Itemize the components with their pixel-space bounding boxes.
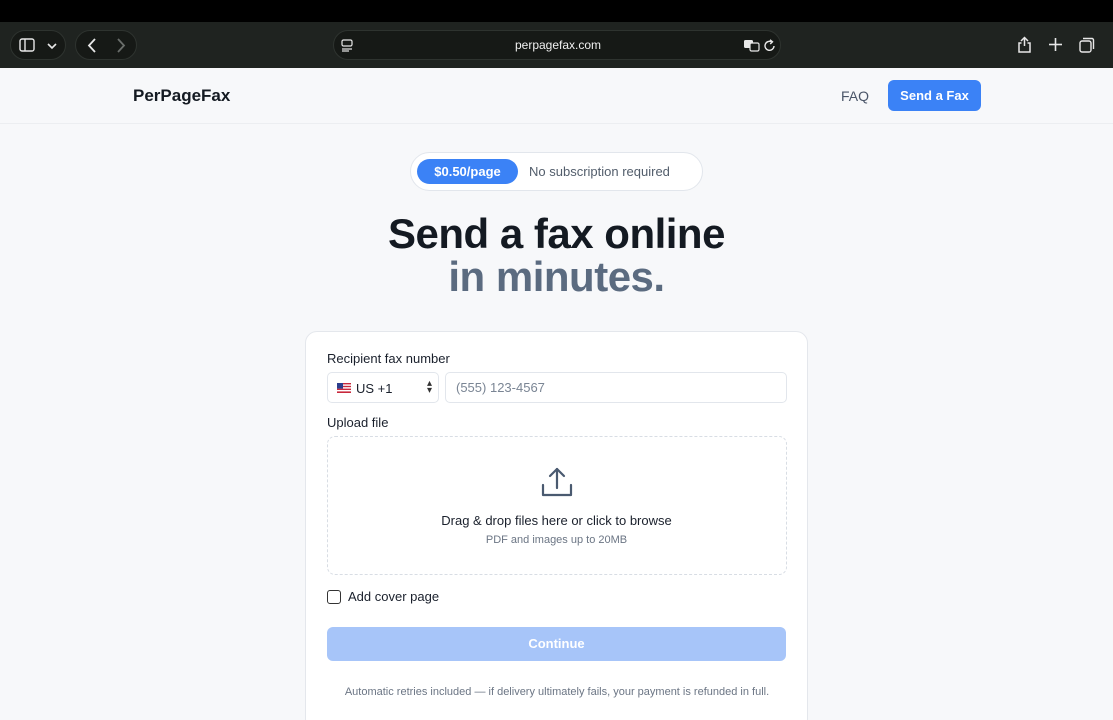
continue-button[interactable]: Continue (327, 627, 786, 661)
badge-text: No subscription required (529, 164, 670, 179)
send-fax-button[interactable]: Send a Fax (888, 80, 981, 111)
dropzone-title: Drag & drop files here or click to brows… (441, 513, 672, 528)
dropzone-subtitle: PDF and images up to 20MB (485, 534, 628, 546)
browser-toolbar: perpagefax.com (0, 22, 1113, 68)
us-flag-icon (337, 383, 351, 393)
cover-page-checkbox[interactable] (327, 590, 341, 604)
sidebar-toggle-button[interactable] (10, 30, 66, 60)
country-select[interactable]: US +1 ▴ ▾ (327, 372, 439, 403)
back-icon[interactable] (87, 38, 97, 53)
logo[interactable]: PerPageFax (133, 86, 230, 106)
new-tab-icon[interactable] (1049, 38, 1062, 51)
tabs-overview-icon[interactable] (1079, 37, 1095, 53)
upload-label: Upload file (327, 415, 389, 430)
cover-page-label[interactable]: Add cover page (348, 589, 439, 604)
hero-title: Send a fax online (388, 210, 725, 257)
hero-subtitle: in minutes. (448, 253, 665, 300)
faq-link[interactable]: FAQ (841, 88, 869, 104)
forward-icon[interactable] (116, 38, 126, 53)
fax-number-input[interactable] (445, 372, 787, 403)
price-pill: $0.50/page (417, 159, 518, 184)
refund-note: Automatic retries included — if delivery… (344, 686, 770, 698)
nav-buttons (75, 30, 137, 60)
address-bar[interactable]: perpagefax.com (333, 30, 781, 60)
sidebar-icon (19, 38, 35, 52)
reload-icon[interactable] (764, 39, 776, 52)
select-chevron-icon: ▴ ▾ (426, 378, 432, 396)
pricing-badge: $0.50/page No subscription required (410, 152, 703, 191)
file-dropzone[interactable]: Drag & drop files here or click to brows… (327, 436, 787, 575)
recipient-label: Recipient fax number (327, 351, 450, 366)
screen-top-bar (0, 0, 1113, 22)
country-value: US +1 (356, 381, 393, 396)
fax-form-card: Recipient fax number US +1 ▴▾ Upload fil… (305, 331, 808, 720)
chevron-down-icon (47, 43, 57, 50)
site-header: PerPageFax FAQ Send a Fax (0, 68, 1113, 124)
share-icon[interactable] (1017, 36, 1032, 53)
url-text[interactable]: perpagefax.com (334, 38, 782, 52)
translate-icon[interactable] (743, 39, 760, 52)
upload-icon (541, 467, 573, 497)
